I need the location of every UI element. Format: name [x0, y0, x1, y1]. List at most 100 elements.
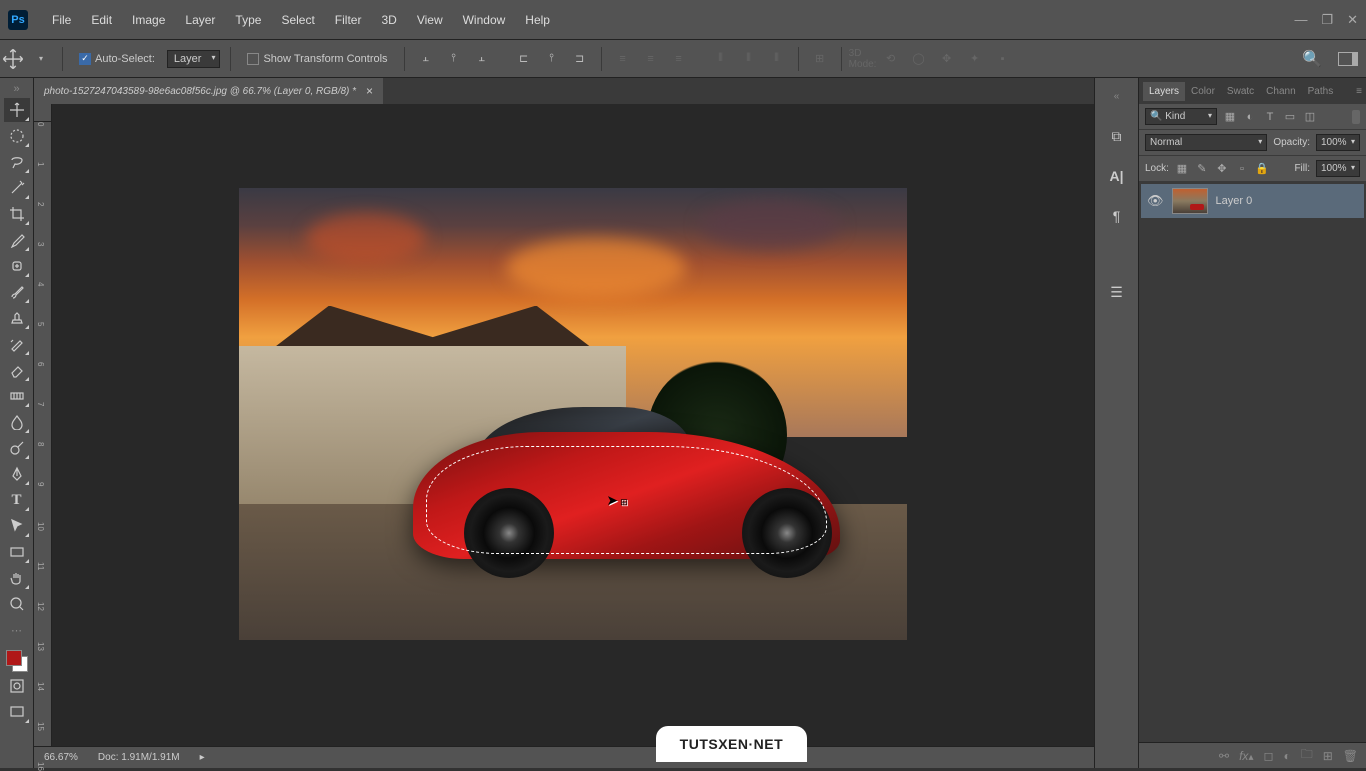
workspace-switcher[interactable]	[1338, 52, 1358, 66]
character-panel-icon[interactable]: A|	[1105, 164, 1129, 188]
distribute-left-icon[interactable]: ⦀	[710, 48, 732, 70]
lasso-tool[interactable]	[4, 150, 30, 174]
tab-color[interactable]: Color	[1185, 82, 1221, 101]
menu-help[interactable]: Help	[515, 9, 560, 31]
menu-edit[interactable]: Edit	[81, 9, 122, 31]
menu-3d[interactable]: 3D	[371, 9, 406, 31]
layer-name[interactable]: Layer 0	[1216, 195, 1253, 207]
menu-window[interactable]: Window	[453, 9, 516, 31]
menu-type[interactable]: Type	[225, 9, 271, 31]
auto-select-checkbox[interactable]: ✓ Auto-Select:	[73, 49, 161, 69]
canvas-viewport[interactable]: ➤⊞	[52, 122, 1094, 746]
tab-channels[interactable]: Chann	[1260, 82, 1301, 101]
layer-list[interactable]: 👁 Layer 0	[1139, 182, 1366, 742]
status-flyout-icon[interactable]: ▸	[200, 752, 205, 763]
type-tool[interactable]: T	[4, 488, 30, 512]
tab-swatches[interactable]: Swatc	[1221, 82, 1260, 101]
move-tool[interactable]	[4, 98, 30, 122]
clone-stamp-tool[interactable]	[4, 306, 30, 330]
distribute-vcenter-icon[interactable]: ≡	[640, 48, 662, 70]
layer-filter-type-dropdown[interactable]: 🔍 Kind	[1145, 108, 1217, 125]
panel-menu-icon[interactable]: ≡	[1356, 86, 1362, 97]
brush-tool[interactable]	[4, 280, 30, 304]
link-layers-icon[interactable]: ⚯	[1219, 749, 1229, 763]
tool-preset-dropdown[interactable]: ▾	[30, 48, 52, 70]
collapse-dock-icon[interactable]: «	[1105, 84, 1129, 108]
auto-align-icon[interactable]: ⊞	[809, 48, 831, 70]
hand-tool[interactable]	[4, 566, 30, 590]
menu-filter[interactable]: Filter	[325, 9, 372, 31]
history-panel-icon[interactable]: ⧉	[1105, 124, 1129, 148]
menu-select[interactable]: Select	[271, 9, 324, 31]
filter-toggle-switch[interactable]	[1352, 110, 1360, 124]
gradient-tool[interactable]	[4, 384, 30, 408]
menu-layer[interactable]: Layer	[175, 9, 225, 31]
marquee-tool[interactable]	[4, 124, 30, 148]
align-vcenter-icon[interactable]: ⫯	[443, 48, 465, 70]
layer-row-layer0[interactable]: 👁 Layer 0	[1141, 184, 1364, 218]
lock-pixels-icon[interactable]: ✎	[1195, 162, 1209, 176]
lock-artboard-icon[interactable]: ▫	[1235, 162, 1249, 176]
align-right-icon[interactable]: ⊐	[569, 48, 591, 70]
new-group-icon[interactable]: 🗀	[1301, 745, 1313, 766]
foreground-color-swatch[interactable]	[6, 650, 22, 666]
crop-tool[interactable]	[4, 202, 30, 226]
blend-mode-dropdown[interactable]: Normal	[1145, 134, 1267, 151]
quick-mask-toggle[interactable]	[4, 674, 30, 698]
close-tab-icon[interactable]: ×	[366, 84, 373, 98]
zoom-level[interactable]: 66.67%	[44, 752, 78, 763]
visibility-toggle-icon[interactable]: 👁	[1147, 193, 1164, 209]
vertical-ruler[interactable]: 012345678910111213141516	[34, 122, 52, 746]
document-tab[interactable]: photo-1527247043589-98e6ac08f56c.jpg @ 6…	[34, 78, 383, 104]
fill-input[interactable]: 100%	[1316, 160, 1360, 177]
add-mask-icon[interactable]: ◻	[1263, 749, 1273, 763]
lock-position-icon[interactable]: ✥	[1215, 162, 1229, 176]
close-button[interactable]: ✕	[1347, 12, 1358, 28]
edit-toolbar-icon[interactable]: ⋯	[4, 618, 30, 642]
lock-all-icon[interactable]: 🔒	[1255, 162, 1269, 176]
auto-select-target-dropdown[interactable]: Layer	[167, 50, 221, 68]
properties-panel-icon[interactable]: ☰	[1105, 280, 1129, 304]
show-transform-checkbox[interactable]: Show Transform Controls	[241, 49, 393, 69]
filter-pixel-icon[interactable]: ▦	[1223, 110, 1237, 124]
opacity-input[interactable]: 100%	[1316, 134, 1360, 151]
pen-tool[interactable]	[4, 462, 30, 486]
document-info[interactable]: Doc: 1.91M/1.91M	[98, 752, 180, 763]
blur-tool[interactable]	[4, 410, 30, 434]
healing-brush-tool[interactable]	[4, 254, 30, 278]
menu-view[interactable]: View	[407, 9, 453, 31]
foreground-background-colors[interactable]	[6, 650, 28, 672]
distribute-right-icon[interactable]: ⦀	[766, 48, 788, 70]
dodge-tool[interactable]	[4, 436, 30, 460]
maximize-button[interactable]: ❐	[1321, 12, 1333, 28]
magic-wand-tool[interactable]	[4, 176, 30, 200]
tab-layers[interactable]: Layers	[1143, 82, 1185, 101]
distribute-bottom-icon[interactable]: ≡	[668, 48, 690, 70]
screen-mode-toggle[interactable]	[4, 700, 30, 724]
align-left-icon[interactable]: ⊏	[513, 48, 535, 70]
search-icon[interactable]: 🔍	[1302, 49, 1322, 69]
delete-layer-icon[interactable]: 🗑	[1343, 749, 1358, 763]
rectangle-tool[interactable]	[4, 540, 30, 564]
lock-transparency-icon[interactable]: ▦	[1175, 162, 1189, 176]
menu-file[interactable]: File	[42, 9, 81, 31]
layer-thumbnail[interactable]	[1172, 188, 1208, 214]
minimize-button[interactable]: —	[1294, 12, 1307, 28]
eyedropper-tool[interactable]	[4, 228, 30, 252]
filter-shape-icon[interactable]: ▭	[1283, 110, 1297, 124]
adjustment-layer-icon[interactable]: ◐	[1283, 749, 1290, 763]
align-hcenter-icon[interactable]: ⫯	[541, 48, 563, 70]
align-bottom-icon[interactable]: ⫠	[471, 48, 493, 70]
expand-toolbar-icon[interactable]: »	[4, 82, 30, 96]
new-layer-icon[interactable]: ⊞	[1323, 749, 1333, 763]
history-brush-tool[interactable]	[4, 332, 30, 356]
filter-adjustment-icon[interactable]: ◐	[1243, 110, 1257, 124]
filter-type-icon[interactable]: T	[1263, 110, 1277, 124]
eraser-tool[interactable]	[4, 358, 30, 382]
align-top-icon[interactable]: ⫠	[415, 48, 437, 70]
paragraph-panel-icon[interactable]: ¶	[1105, 204, 1129, 228]
distribute-top-icon[interactable]: ≡	[612, 48, 634, 70]
menu-image[interactable]: Image	[122, 9, 175, 31]
tab-paths[interactable]: Paths	[1302, 82, 1340, 101]
zoom-tool[interactable]	[4, 592, 30, 616]
